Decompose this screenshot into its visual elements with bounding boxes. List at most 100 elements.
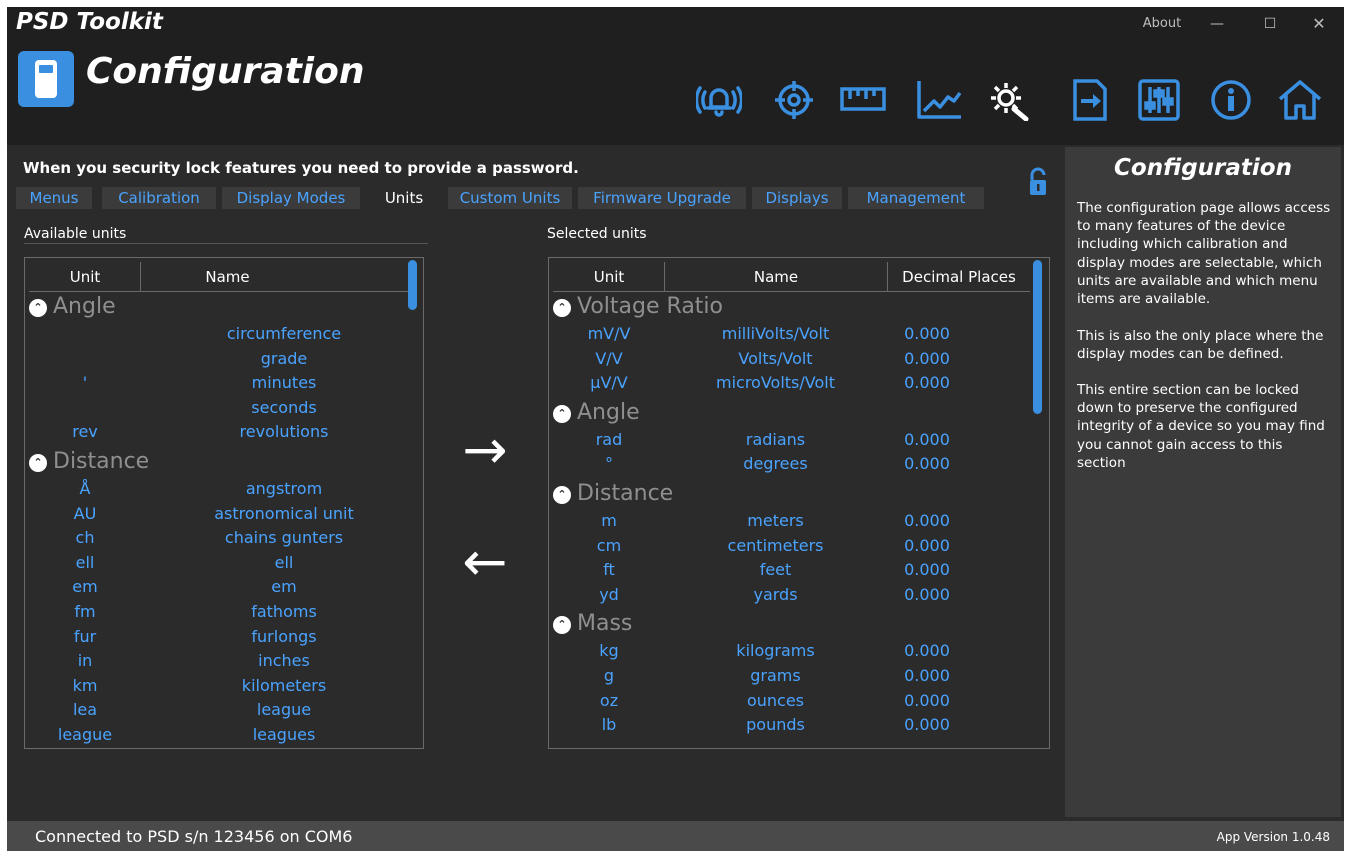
add-unit-button[interactable]: →: [455, 423, 515, 477]
column-header-decimal-places[interactable]: Decimal Places: [887, 262, 1030, 292]
file-transfer-icon[interactable]: [1064, 77, 1116, 123]
cell-name[interactable]: grade: [175, 347, 393, 371]
cell-unit[interactable]: [29, 322, 141, 346]
cell-unit[interactable]: AU: [29, 502, 141, 526]
tab-units[interactable]: Units: [366, 187, 442, 209]
cell-name[interactable]: centimeters: [664, 534, 887, 558]
maximize-button[interactable]: ☐: [1255, 7, 1285, 41]
tab-firmware-upgrade[interactable]: Firmware Upgrade: [578, 187, 746, 209]
cell-unit[interactable]: lea: [29, 698, 141, 722]
cell-unit[interactable]: cm: [553, 534, 665, 558]
sliders-icon[interactable]: [1133, 77, 1185, 123]
cell-dp[interactable]: 0.000: [887, 371, 967, 395]
tab-management[interactable]: Management: [848, 187, 984, 209]
cell-unit[interactable]: m: [553, 509, 665, 533]
cell-unit[interactable]: rev: [29, 420, 141, 444]
collapse-chevron-icon[interactable]: ⌃: [553, 616, 571, 635]
group-header[interactable]: ⌃ Distance: [29, 447, 149, 477]
cell-unit[interactable]: kg: [553, 639, 665, 663]
cell-name[interactable]: inches: [175, 649, 393, 673]
group-header[interactable]: ⌃ Angle: [553, 398, 640, 428]
cell-dp[interactable]: 0.000: [887, 689, 967, 713]
selected-units-list[interactable]: Unit Name Decimal Places ⌃ Voltage Ratio m…: [548, 257, 1050, 749]
cell-unit[interactable]: oz: [553, 689, 665, 713]
tab-display-modes[interactable]: Display Modes: [222, 187, 360, 209]
cell-unit[interactable]: [29, 347, 141, 371]
cell-name[interactable]: ell: [175, 551, 393, 575]
group-header[interactable]: ⌃ Angle: [29, 292, 116, 322]
cell-name[interactable]: astronomical unit: [175, 502, 393, 526]
ruler-icon[interactable]: [837, 77, 889, 123]
cell-name[interactable]: milliVolts/Volt: [664, 322, 887, 346]
cell-name[interactable]: grams: [664, 664, 887, 688]
close-button[interactable]: ✕: [1304, 7, 1334, 41]
cell-name[interactable]: circumference: [175, 322, 393, 346]
cell-name[interactable]: seconds: [175, 396, 393, 420]
cell-unit[interactable]: em: [29, 575, 141, 599]
cell-unit[interactable]: lb: [553, 713, 665, 737]
cell-unit[interactable]: league: [29, 723, 141, 747]
chart-icon[interactable]: [913, 77, 965, 123]
available-units-list[interactable]: Unit Name ⌃ Angle circumference grade ' minut…: [24, 257, 424, 749]
alarm-icon[interactable]: [693, 77, 745, 123]
cell-dp[interactable]: 0.000: [887, 322, 967, 346]
column-header-name[interactable]: Name: [664, 262, 887, 292]
cell-dp[interactable]: 0.000: [887, 664, 967, 688]
cell-dp[interactable]: 0.000: [887, 583, 967, 607]
cell-unit[interactable]: g: [553, 664, 665, 688]
tab-displays[interactable]: Displays: [752, 187, 842, 209]
selected-scrollbar-thumb[interactable]: [1033, 260, 1042, 414]
cell-unit[interactable]: °: [553, 452, 665, 476]
cell-name[interactable]: kilograms: [664, 639, 887, 663]
cell-name[interactable]: Volts/Volt: [664, 347, 887, 371]
column-header-name[interactable]: Name: [140, 262, 314, 292]
cell-dp[interactable]: 0.000: [887, 347, 967, 371]
cell-name[interactable]: furlongs: [175, 625, 393, 649]
cell-dp[interactable]: 0.000: [887, 452, 967, 476]
group-header[interactable]: ⌃ Distance: [553, 479, 673, 509]
cell-unit[interactable]: ell: [29, 551, 141, 575]
cell-name[interactable]: fathoms: [175, 600, 393, 624]
cell-unit[interactable]: ch: [29, 526, 141, 550]
cell-name[interactable]: revolutions: [175, 420, 393, 444]
cell-unit[interactable]: ': [29, 371, 141, 395]
unlock-icon[interactable]: [1027, 167, 1049, 197]
cell-dp[interactable]: 0.000: [887, 428, 967, 452]
cell-dp[interactable]: 0.000: [887, 558, 967, 582]
about-button[interactable]: About: [1133, 7, 1191, 41]
cell-name[interactable]: chains gunters: [175, 526, 393, 550]
collapse-chevron-icon[interactable]: ⌃: [29, 299, 47, 317]
cell-name[interactable]: kilometers: [175, 674, 393, 698]
minimize-button[interactable]: —: [1202, 7, 1232, 41]
cell-name[interactable]: ounces: [664, 689, 887, 713]
cell-name[interactable]: em: [175, 575, 393, 599]
tab-calibration[interactable]: Calibration: [102, 187, 216, 209]
cell-name[interactable]: leagues: [175, 723, 393, 747]
cell-dp[interactable]: 0.000: [887, 509, 967, 533]
cell-name[interactable]: angstrom: [175, 477, 393, 501]
cell-name[interactable]: league: [175, 698, 393, 722]
collapse-chevron-icon[interactable]: ⌃: [29, 454, 47, 472]
cell-name[interactable]: microVolts/Volt: [664, 371, 887, 395]
info-icon[interactable]: [1205, 77, 1257, 123]
cell-name[interactable]: feet: [664, 558, 887, 582]
cell-unit[interactable]: in: [29, 649, 141, 673]
available-scrollbar-thumb[interactable]: [408, 260, 417, 310]
cell-dp[interactable]: 0.000: [887, 713, 967, 737]
tab-menus[interactable]: Menus: [16, 187, 92, 209]
cell-name[interactable]: pounds: [664, 713, 887, 737]
cell-name[interactable]: degrees: [664, 452, 887, 476]
tab-custom-units[interactable]: Custom Units: [448, 187, 572, 209]
cell-dp[interactable]: 0.000: [887, 534, 967, 558]
cell-unit[interactable]: fm: [29, 600, 141, 624]
cell-unit[interactable]: [29, 396, 141, 420]
cell-name[interactable]: meters: [664, 509, 887, 533]
target-icon[interactable]: [768, 77, 820, 123]
cell-unit[interactable]: mV/V: [553, 322, 665, 346]
collapse-chevron-icon[interactable]: ⌃: [553, 404, 571, 423]
cell-unit[interactable]: V/V: [553, 347, 665, 371]
cell-name[interactable]: yards: [664, 583, 887, 607]
cell-unit[interactable]: µV/V: [553, 371, 665, 395]
cell-unit[interactable]: yd: [553, 583, 665, 607]
cell-dp[interactable]: 0.000: [887, 639, 967, 663]
